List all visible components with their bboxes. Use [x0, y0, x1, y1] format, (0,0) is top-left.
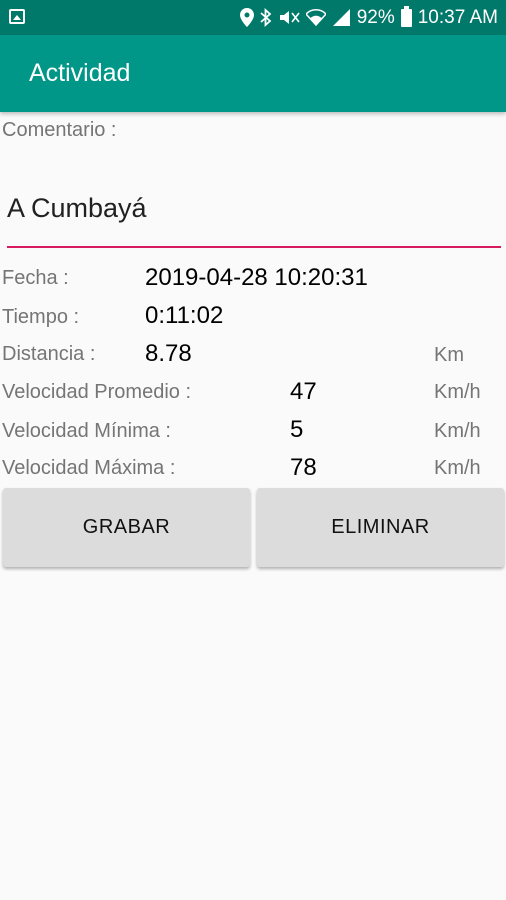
signal-icon	[332, 8, 351, 28]
max-speed-value: 78	[290, 454, 317, 481]
mute-icon	[278, 8, 300, 28]
date-value: 2019-04-28 10:20:31	[145, 264, 368, 291]
gallery-notification-icon	[9, 9, 25, 24]
avg-speed-label: Velocidad Promedio :	[2, 381, 192, 403]
min-speed-unit: Km/h	[434, 420, 481, 442]
save-button[interactable]: GRABAR	[3, 488, 250, 567]
delete-button[interactable]: ELIMINAR	[257, 488, 504, 567]
wifi-icon	[305, 8, 326, 28]
clock: 10:37 AM	[417, 6, 498, 28]
distance-value: 8.78	[145, 340, 192, 367]
location-icon	[239, 8, 254, 28]
avg-speed-unit: Km/h	[434, 381, 481, 403]
comment-label: Comentario :	[2, 119, 117, 141]
min-speed-value: 5	[290, 416, 304, 443]
app-bar: Actividad	[0, 35, 506, 112]
date-label: Fecha :	[2, 267, 69, 289]
page-title: Actividad	[29, 59, 131, 87]
time-label: Tiempo :	[2, 306, 80, 328]
min-speed-label: Velocidad Mínima :	[2, 420, 171, 442]
bluetooth-icon	[260, 8, 272, 28]
time-value: 0:11:02	[145, 302, 224, 329]
status-bar: 92% 10:37 AM	[0, 0, 506, 35]
avg-speed-value: 47	[290, 378, 317, 405]
battery-percent: 92%	[356, 6, 395, 28]
battery-icon	[400, 5, 412, 27]
max-speed-unit: Km/h	[434, 457, 481, 479]
status-icons: 92% 10:37 AM	[239, 0, 498, 35]
distance-unit: Km	[434, 344, 464, 366]
max-speed-label: Velocidad Máxima :	[2, 457, 176, 479]
distance-label: Distancia :	[2, 343, 96, 365]
comment-input[interactable]	[7, 170, 501, 248]
